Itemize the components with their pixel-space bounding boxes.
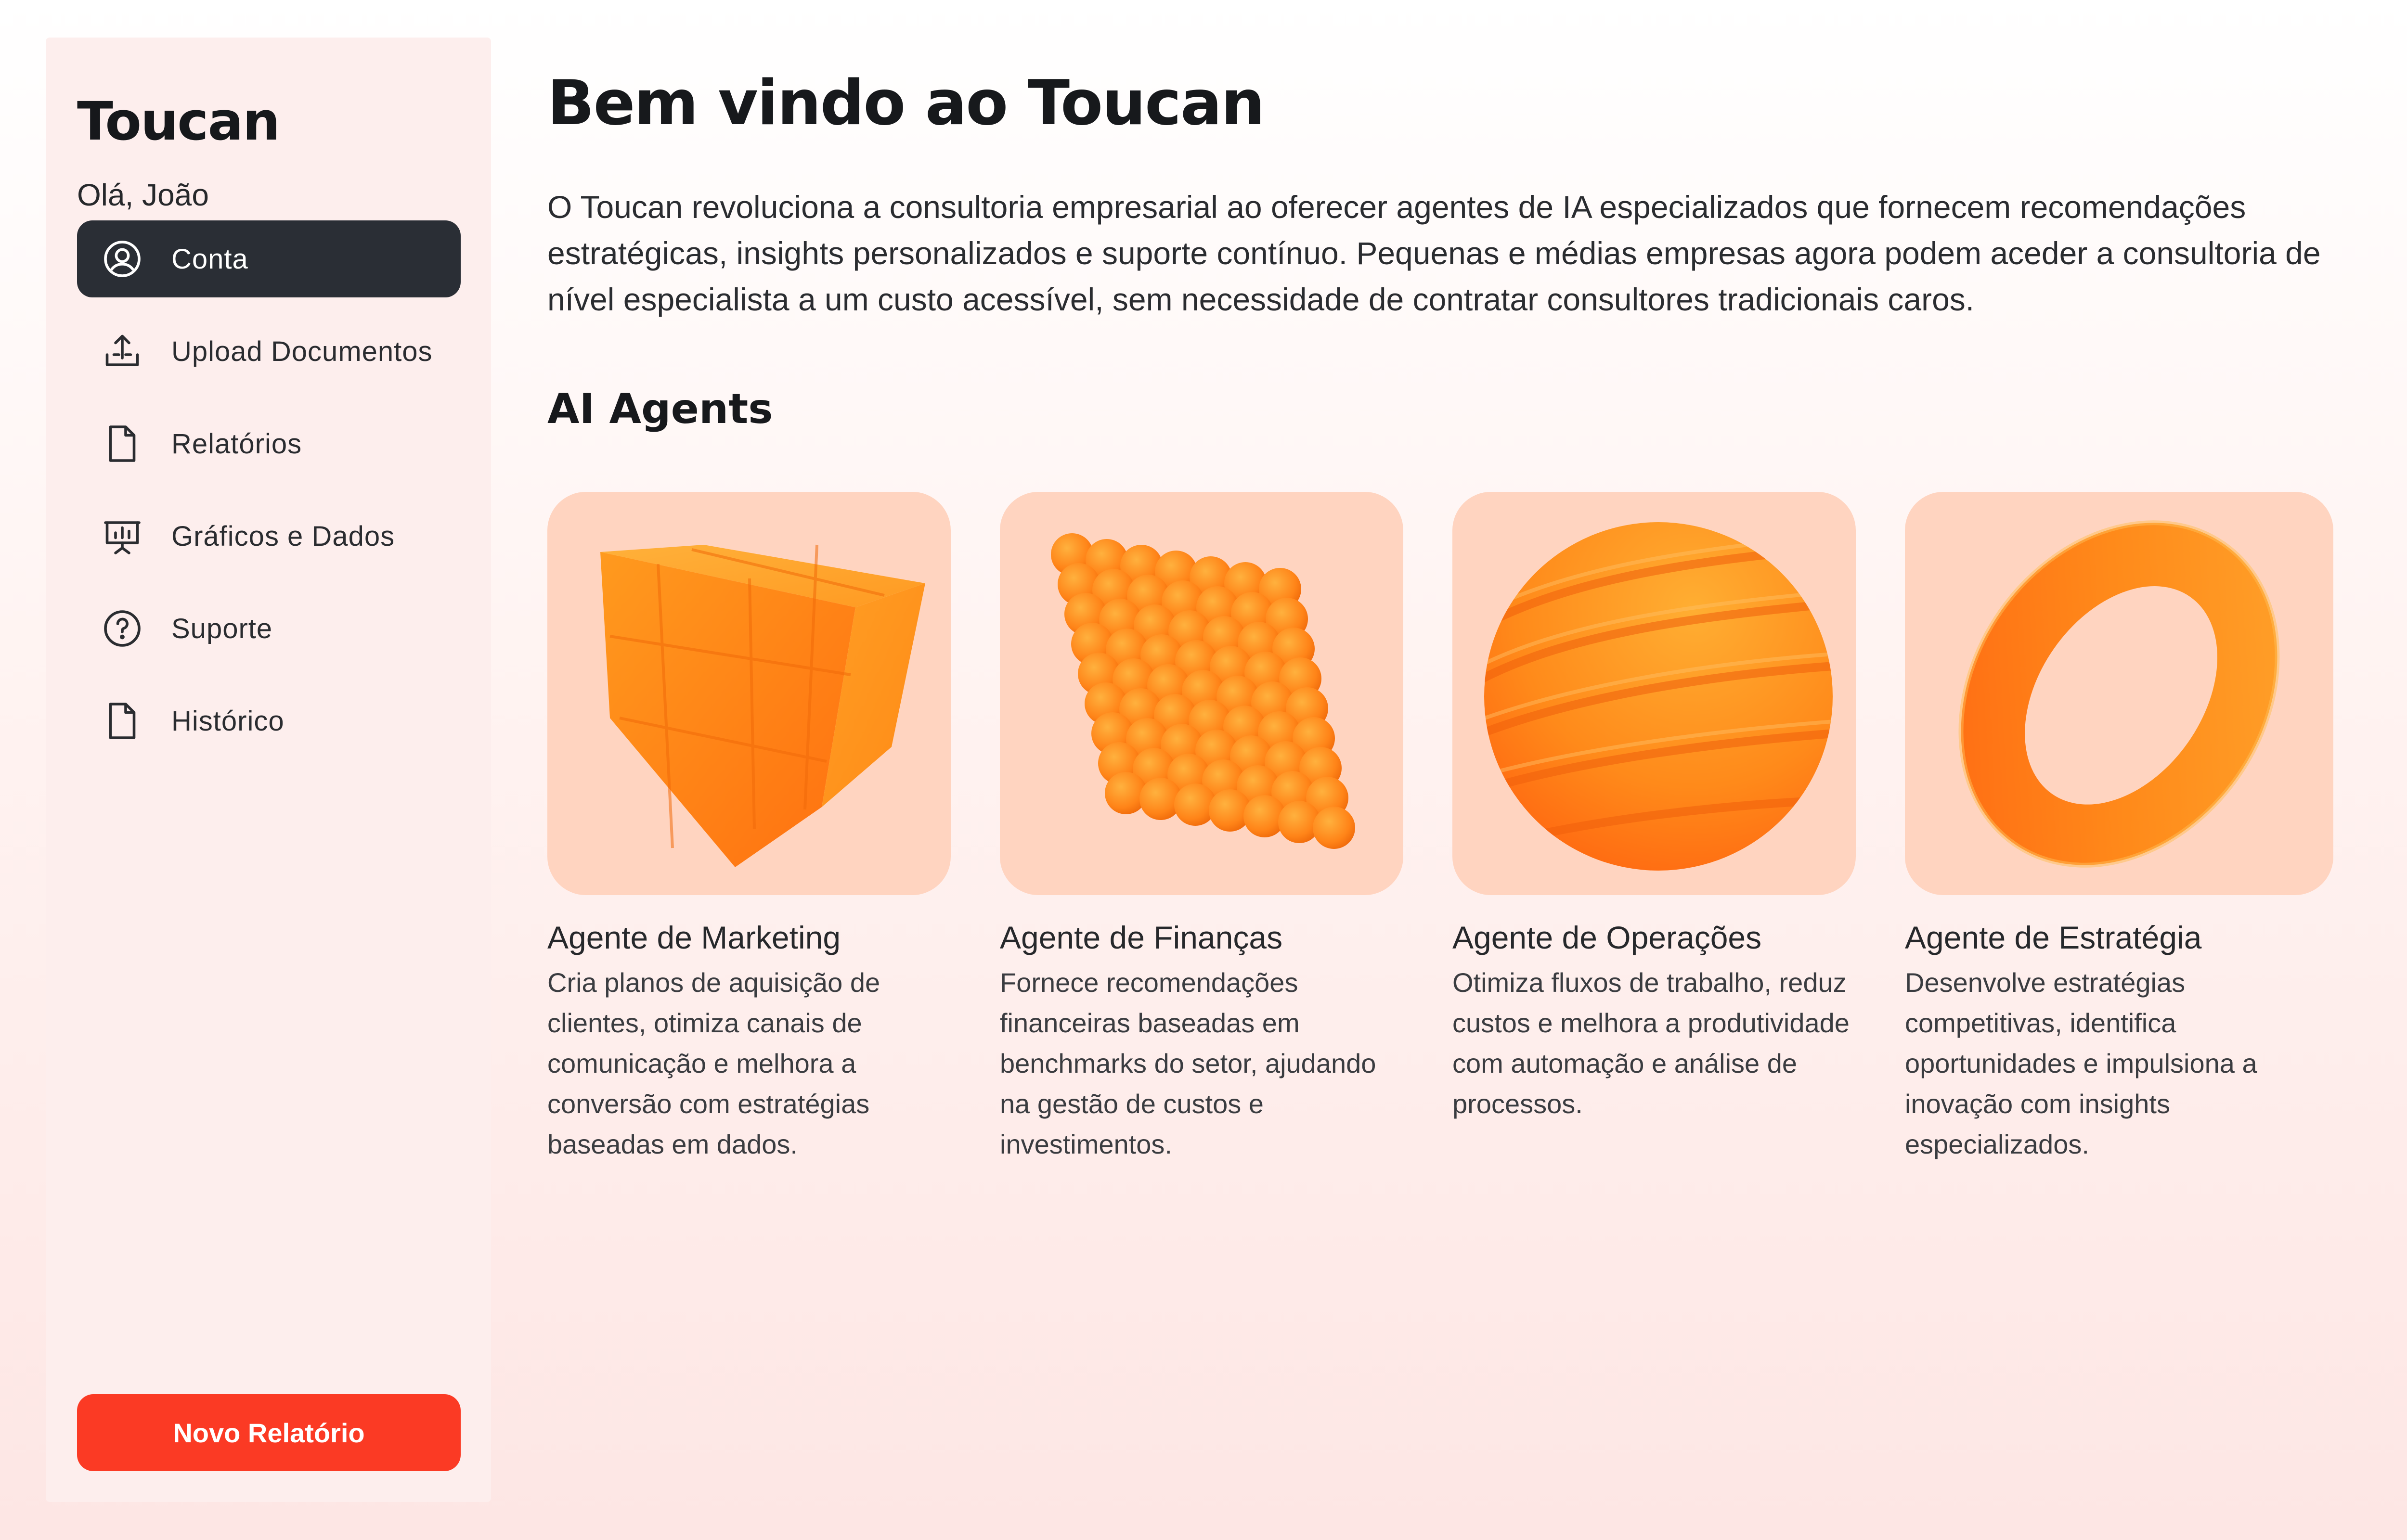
agent-card-title: Agente de Finanças <box>1000 920 1283 955</box>
sphere-bead <box>1313 807 1355 849</box>
orange-torus-illustration <box>1905 492 2333 895</box>
sidebar-item-relatorios[interactable]: Relatórios <box>77 405 461 482</box>
sidebar-item-label: Gráficos e Dados <box>171 520 395 552</box>
agent-card-description: Desenvolve estratégias competitivas, ide… <box>1905 967 2257 1159</box>
sidebar: Toucan Olá, João Conta Upload Documentos… <box>46 38 491 1502</box>
agent-card-description: Cria planos de aquisição de clientes, ot… <box>547 967 880 1159</box>
presentation-chart-icon <box>102 516 142 556</box>
agent-card-title: Agente de Estratégia <box>1905 920 2202 955</box>
new-report-button[interactable]: Novo Relatório <box>77 1394 461 1471</box>
sidebar-item-label: Suporte <box>171 613 273 644</box>
sidebar-item-suporte[interactable]: Suporte <box>77 590 461 667</box>
sidebar-item-conta[interactable]: Conta <box>77 220 461 297</box>
orange-spheres-cluster-illustration <box>1000 492 1403 895</box>
sidebar-item-label: Upload Documentos <box>171 335 433 367</box>
agent-card-operacoes[interactable]: Agente de Operações Otimiza fluxos de tr… <box>1452 492 1881 1124</box>
sidebar-item-label: Conta <box>171 243 248 275</box>
agents-heading: AI Agents <box>547 385 773 433</box>
agent-card-marketing[interactable]: Agente de Marketing Cria planos de aquis… <box>547 492 976 1165</box>
orange-cube-illustration <box>547 492 951 895</box>
upload-icon <box>102 331 142 372</box>
document-icon <box>102 424 142 464</box>
user-circle-icon <box>102 239 142 279</box>
intro-paragraph: O Toucan revoluciona a consultoria empre… <box>547 189 2321 317</box>
document-icon <box>102 701 142 741</box>
sidebar-item-historico[interactable]: Histórico <box>77 682 461 759</box>
user-greeting: Olá, João <box>77 178 209 212</box>
agent-card-title: Agente de Marketing <box>547 920 841 955</box>
sidebar-item-upload[interactable]: Upload Documentos <box>77 313 461 390</box>
sidebar-item-label: Relatórios <box>171 428 302 460</box>
page-title: Bem vindo ao Toucan <box>547 67 1265 139</box>
help-circle-icon <box>102 608 142 649</box>
agent-card-description: Fornece recomendações financeiras basead… <box>1000 967 1376 1159</box>
brand-logo[interactable]: Toucan <box>77 90 280 152</box>
sidebar-nav: Conta Upload Documentos Relatórios Gráfi… <box>77 220 461 775</box>
sidebar-item-label: Histórico <box>171 705 285 737</box>
agent-card-financas[interactable]: Agente de Finanças Fornece recomendações… <box>1000 492 1428 1165</box>
orange-twisted-sphere-illustration <box>1452 492 1856 895</box>
agent-card-description: Otimiza fluxos de trabalho, reduz custos… <box>1452 967 1850 1119</box>
agent-card-estrategia[interactable]: Agente de Estratégia Desenvolve estratég… <box>1905 492 2333 1165</box>
agent-card-title: Agente de Operações <box>1452 920 1762 955</box>
sidebar-item-graficos[interactable]: Gráficos e Dados <box>77 498 461 575</box>
